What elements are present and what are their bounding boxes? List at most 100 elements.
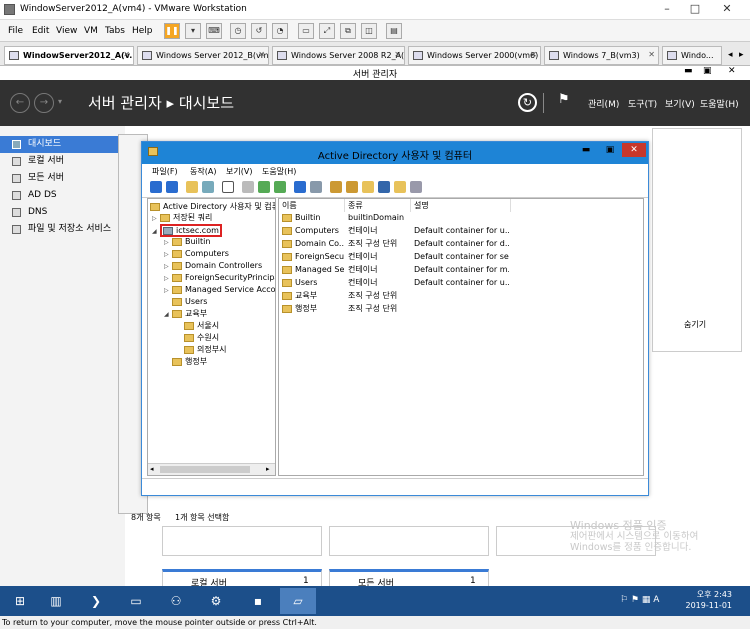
notifications-flag-icon[interactable]: ⚑ bbox=[558, 92, 570, 107]
close-tab-icon[interactable]: ✕ bbox=[648, 50, 655, 59]
collapse-icon[interactable]: ◢ bbox=[164, 309, 172, 320]
filter-icon[interactable] bbox=[378, 181, 390, 193]
tab-windows-server-2012-b[interactable]: Windows Server 2012_B(vm5) ✕ bbox=[137, 46, 269, 65]
clock[interactable]: 오후 2:43 2019-11-01 bbox=[686, 589, 733, 611]
column-header-name[interactable]: 이름 bbox=[279, 199, 345, 212]
scroll-left-icon[interactable]: ◂ bbox=[150, 465, 154, 473]
maximize-button[interactable]: □ bbox=[684, 2, 706, 15]
tree-item-uijeongbu[interactable]: 의정부시 bbox=[184, 344, 226, 355]
menu-view[interactable]: 보기(V) bbox=[665, 97, 695, 110]
menu-help[interactable]: 도움말(H) bbox=[700, 97, 739, 110]
close-tab-icon[interactable]: ✕ bbox=[530, 50, 537, 59]
unity-icon[interactable]: ⧉ bbox=[340, 23, 356, 39]
show-console-tree-icon[interactable] bbox=[202, 181, 214, 193]
tray-icons[interactable]: ⚐ ⚑ ▦ A bbox=[620, 595, 659, 605]
pause-icon[interactable]: ❚❚ bbox=[164, 23, 180, 39]
powershell-icon[interactable]: ❯ bbox=[78, 588, 114, 614]
tree-item-users[interactable]: Users bbox=[172, 296, 207, 307]
menu-view[interactable]: View bbox=[56, 26, 77, 36]
send-keys-icon[interactable]: ⌨ bbox=[206, 23, 222, 39]
menu-action[interactable]: 동작(A) bbox=[190, 166, 216, 177]
tab-scroll-left-icon[interactable]: ◂ bbox=[728, 50, 733, 60]
collapse-icon[interactable]: ◢ bbox=[152, 226, 160, 237]
snapshot-manager-icon[interactable]: ◔ bbox=[272, 23, 288, 39]
tree-item-domain-controllers[interactable]: ▷ Domain Controllers bbox=[164, 260, 262, 272]
start-windows-icon[interactable]: ⊞ bbox=[2, 588, 38, 614]
properties-icon[interactable] bbox=[222, 181, 234, 193]
sidebar-item-ad-ds[interactable]: AD DS bbox=[0, 187, 125, 204]
tree-item-administration[interactable]: 행정부 bbox=[172, 356, 207, 367]
guest-close-button[interactable]: ✕ bbox=[728, 66, 736, 76]
aduc-close-button[interactable]: ✕ bbox=[622, 143, 646, 157]
find-icon[interactable] bbox=[394, 181, 406, 193]
tree-item-builtin[interactable]: ▷ Builtin bbox=[164, 236, 210, 248]
history-dropdown-icon[interactable]: ▾ bbox=[58, 97, 62, 106]
help-icon[interactable] bbox=[294, 181, 306, 193]
tree-horizontal-scrollbar[interactable]: ◂ ▸ bbox=[148, 463, 275, 475]
expand-icon[interactable]: ▷ bbox=[152, 213, 160, 224]
stretch-icon[interactable]: ◫ bbox=[361, 23, 377, 39]
close-button[interactable]: ✕ bbox=[716, 2, 738, 15]
expand-icon[interactable]: ▷ bbox=[164, 261, 172, 272]
menu-view[interactable]: 보기(V) bbox=[226, 166, 252, 177]
tree-root[interactable]: Active Directory 사용자 및 컴퓨 bbox=[150, 201, 275, 212]
export-icon[interactable] bbox=[274, 181, 286, 193]
guest-maximize-button[interactable]: ▣ bbox=[703, 66, 712, 76]
menu-manage[interactable]: 관리(M) bbox=[588, 97, 619, 110]
tab-windows-server-2008-r2-a[interactable]: Windows Server 2008 R2_A(v... ✕ bbox=[272, 46, 405, 65]
up-folder-icon[interactable] bbox=[186, 181, 198, 193]
column-header-description[interactable]: 설명 bbox=[411, 199, 511, 212]
network-icon[interactable]: ⚇ bbox=[158, 588, 194, 614]
server-manager-taskbar-icon[interactable]: ▥ bbox=[38, 588, 74, 614]
forward-icon[interactable] bbox=[166, 181, 178, 193]
tree-item-suwon[interactable]: 수원시 bbox=[184, 332, 219, 343]
menu-help[interactable]: Help bbox=[132, 26, 153, 36]
revert-snapshot-icon[interactable]: ↺ bbox=[251, 23, 267, 39]
tree-item-seoul[interactable]: 서울시 bbox=[184, 320, 219, 331]
tree-item-saved-queries[interactable]: ▷ 저장된 쿼리 bbox=[152, 212, 212, 224]
command-prompt-icon[interactable]: ▪ bbox=[240, 588, 276, 614]
close-tab-icon[interactable]: ✕ bbox=[123, 50, 130, 59]
tree-item-computers[interactable]: ▷ Computers bbox=[164, 248, 229, 260]
new-group-icon[interactable] bbox=[346, 181, 358, 193]
sidebar-item-file-storage[interactable]: 파일 및 저장소 서비스 bbox=[0, 221, 125, 238]
back-icon[interactable] bbox=[150, 181, 162, 193]
sidebar-item-dns[interactable]: DNS bbox=[0, 204, 125, 221]
tab-windows-overflow[interactable]: Windo... bbox=[662, 46, 722, 65]
column-header-type[interactable]: 종류 bbox=[345, 199, 411, 212]
console-view-icon[interactable]: ▭ bbox=[298, 23, 314, 39]
menu-file[interactable]: File bbox=[8, 26, 23, 36]
forward-arrow-icon[interactable]: → bbox=[34, 93, 54, 113]
tree-item-education[interactable]: ◢ 교육부 bbox=[164, 308, 207, 320]
sidebar-item-local-server[interactable]: 로컬 서버 bbox=[0, 153, 125, 170]
menu-vm[interactable]: VM bbox=[84, 26, 98, 36]
menu-help[interactable]: 도움말(H) bbox=[262, 166, 296, 177]
hide-link[interactable]: 숨기기 bbox=[684, 319, 706, 330]
expand-icon[interactable]: ▷ bbox=[164, 237, 172, 248]
minimize-button[interactable]: – bbox=[656, 2, 678, 15]
scroll-thumb[interactable] bbox=[160, 466, 250, 473]
dropdown-icon[interactable]: ▾ bbox=[185, 23, 201, 39]
refresh-icon[interactable]: ↻ bbox=[518, 93, 537, 112]
menu-tools[interactable]: 도구(T) bbox=[628, 97, 657, 110]
view-icon[interactable] bbox=[310, 181, 322, 193]
tab-scroll-right-icon[interactable]: ▸ bbox=[739, 50, 744, 60]
menu-file[interactable]: 파일(F) bbox=[152, 166, 178, 177]
sidebar-item-all-servers[interactable]: 모든 서버 bbox=[0, 170, 125, 187]
guest-minimize-button[interactable]: ▬ bbox=[684, 66, 693, 76]
scroll-right-icon[interactable]: ▸ bbox=[266, 465, 270, 473]
tab-windows-7-b[interactable]: Windows 7_B(vm3) ✕ bbox=[544, 46, 659, 65]
copy-icon[interactable] bbox=[242, 181, 254, 193]
new-ou-icon[interactable] bbox=[362, 181, 374, 193]
close-tab-icon[interactable]: ✕ bbox=[394, 50, 401, 59]
tab-windows-server-2000[interactable]: Windows Server 2000(vm6) ✕ bbox=[408, 46, 541, 65]
close-tab-icon[interactable]: ✕ bbox=[258, 50, 265, 59]
tree-item-managed-service[interactable]: ▷ Managed Service Accou bbox=[164, 284, 275, 296]
aduc-taskbar-icon[interactable]: ▱ bbox=[280, 588, 316, 614]
settings-icon[interactable]: ⚙ bbox=[198, 588, 234, 614]
library-icon[interactable]: ▤ bbox=[386, 23, 402, 39]
expand-icon[interactable]: ▷ bbox=[164, 273, 172, 284]
expand-icon[interactable]: ▷ bbox=[164, 285, 172, 296]
sidebar-item-dashboard[interactable]: 대시보드 bbox=[0, 136, 125, 153]
tree-item-foreign-security[interactable]: ▷ ForeignSecurityPrincipal bbox=[164, 272, 275, 284]
